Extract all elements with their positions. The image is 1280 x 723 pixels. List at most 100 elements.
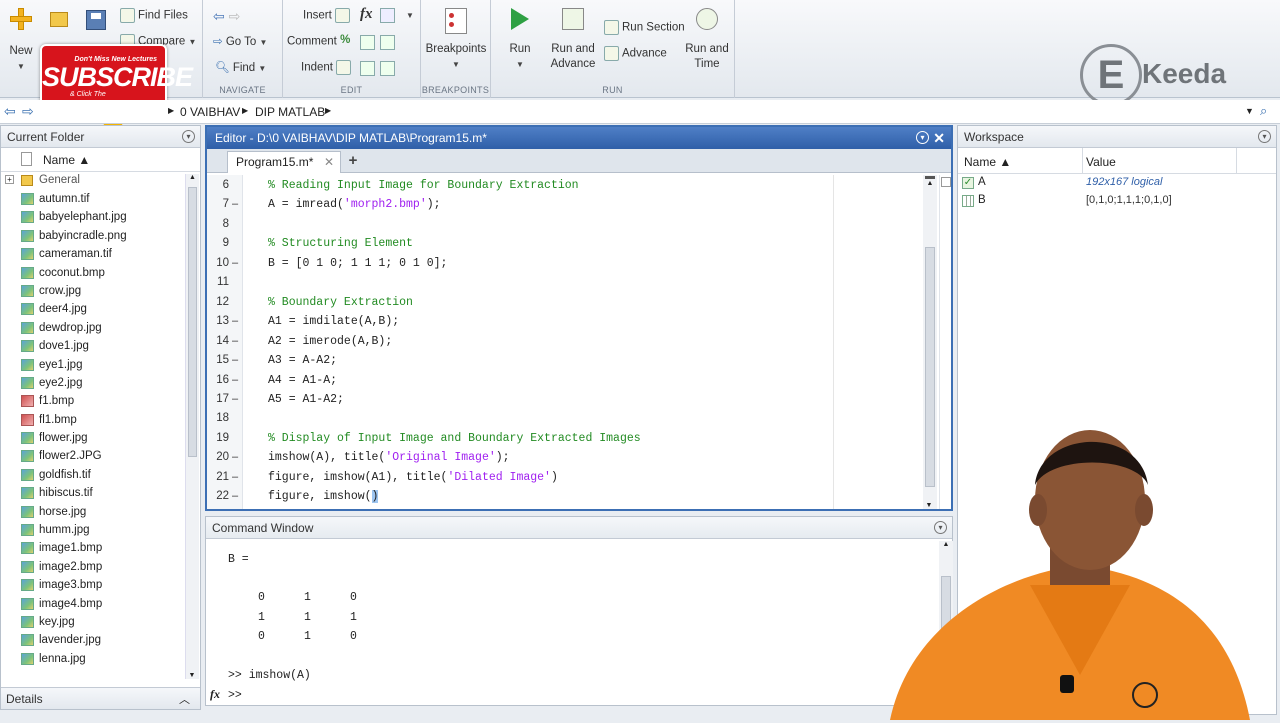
command-prompt[interactable]: >> xyxy=(228,689,242,702)
increase-indent-icon[interactable] xyxy=(360,61,375,76)
code-line[interactable]: A = imread('morph2.bmp'); xyxy=(268,198,441,211)
back-forward-buttons[interactable]: ⇦ ⇨ xyxy=(213,8,240,25)
close-icon[interactable]: ✕ xyxy=(933,127,945,149)
panel-actions-icon[interactable]: ▾ xyxy=(1258,130,1271,143)
code-line[interactable]: % Boundary Extraction xyxy=(268,296,413,309)
breakpoint-dash[interactable]: – xyxy=(232,198,238,210)
find-button[interactable]: 🔍︎ Find ▼ xyxy=(215,60,266,74)
file-list-item[interactable]: image3.bmp xyxy=(1,576,200,594)
breakpoint-dash[interactable]: – xyxy=(232,374,238,386)
file-list-item[interactable]: image2.bmp xyxy=(1,558,200,576)
file-list-item[interactable]: autumn.tif xyxy=(1,190,200,208)
scrollbar-thumb[interactable] xyxy=(188,187,197,457)
tab-program15[interactable]: Program15.m* ✕ xyxy=(227,151,341,173)
file-list-item[interactable]: fl1.bmp xyxy=(1,411,200,429)
file-list-item[interactable]: image1.bmp xyxy=(1,539,200,557)
file-list-item[interactable]: deer4.jpg xyxy=(1,300,200,318)
split-handle[interactable] xyxy=(925,176,935,179)
file-list-item[interactable]: crow.jpg xyxy=(1,282,200,300)
file-list-item[interactable]: eye1.jpg xyxy=(1,356,200,374)
scroll-up-icon[interactable]: ▲ xyxy=(186,174,199,181)
breakpoint-dash[interactable]: – xyxy=(232,315,238,327)
search-icon[interactable]: ⌕ xyxy=(1260,103,1267,119)
goto-button[interactable]: ⇨ Go To ▼ xyxy=(213,34,267,48)
file-list-item[interactable]: flower.jpg xyxy=(1,429,200,447)
breadcrumb-vaibhav[interactable]: 0 VAIBHAV xyxy=(180,105,240,119)
file-list-item[interactable]: lenna.jpg xyxy=(1,650,200,668)
file-list-item[interactable]: horse.jpg xyxy=(1,503,200,521)
run-and-advance-button[interactable]: Run and Advance xyxy=(547,8,599,72)
save-icon[interactable] xyxy=(86,10,106,30)
forward-arrow-icon[interactable]: ⇨ xyxy=(229,8,241,24)
breadcrumb-dip-matlab[interactable]: DIP MATLAB xyxy=(255,105,325,119)
file-list-item[interactable]: coconut.bmp xyxy=(1,264,200,282)
address-dropdown-icon[interactable]: ▼ xyxy=(1245,106,1254,116)
breakpoints-button[interactable]: Breakpoints ▼ xyxy=(421,8,491,72)
code-line[interactable]: % Display of Input Image and Boundary Ex… xyxy=(268,432,641,445)
editor-actions-icon[interactable]: ▾ xyxy=(916,131,929,144)
file-list-item[interactable]: babyincradle.png xyxy=(1,227,200,245)
expand-icon[interactable]: + xyxy=(5,175,14,184)
breakpoint-dash[interactable]: – xyxy=(232,335,238,347)
comment-button[interactable]: Comment % xyxy=(287,34,358,49)
run-and-time-button[interactable]: Run and Time xyxy=(681,8,733,72)
folder-group-general[interactable]: + General xyxy=(1,172,200,190)
indent-button[interactable]: Indent xyxy=(301,60,354,75)
run-section-button[interactable]: Run Section xyxy=(604,20,685,35)
details-bar[interactable]: Details ︿ xyxy=(1,687,200,709)
file-list-item[interactable]: image4.bmp xyxy=(1,595,200,613)
breakpoint-dash[interactable]: – xyxy=(232,354,238,366)
back-arrow-icon[interactable]: ⇦ xyxy=(213,8,225,24)
workspace-row[interactable]: B [0,1,0;1,1,1;0,1,0] xyxy=(958,192,1276,210)
file-list-item[interactable]: cameraman.tif xyxy=(1,245,200,263)
code-line[interactable]: A2 = imerode(A,B); xyxy=(268,335,392,348)
code-line[interactable]: B = [0 1 0; 1 1 1; 0 1 0]; xyxy=(268,257,447,270)
decrease-indent-icon[interactable] xyxy=(380,61,395,76)
file-list-item[interactable]: key.jpg xyxy=(1,613,200,631)
file-list-item[interactable]: dove1.jpg xyxy=(1,337,200,355)
code-line[interactable]: % Structuring Element xyxy=(268,237,413,250)
wrap-comment-icon[interactable] xyxy=(380,35,395,50)
scroll-down-icon[interactable]: ▼ xyxy=(186,672,198,679)
code-line[interactable]: imshow(A), title('Original Image'); xyxy=(268,451,510,464)
file-list-item[interactable]: flower2.JPG xyxy=(1,447,200,465)
panel-actions-icon[interactable]: ▾ xyxy=(182,130,195,143)
chevron-down-icon[interactable]: ▼ xyxy=(406,11,414,20)
insert-button[interactable]: Insert xyxy=(303,8,353,23)
file-list-item[interactable]: lavender.jpg xyxy=(1,631,200,649)
file-list-item[interactable]: eye2.jpg xyxy=(1,374,200,392)
code-line[interactable]: % Reading Input Image for Boundary Extra… xyxy=(268,179,579,192)
code-line[interactable]: A3 = A-A2; xyxy=(268,354,337,367)
code-line[interactable]: A1 = imdilate(A,B); xyxy=(268,315,399,328)
find-files-button[interactable]: Find Files xyxy=(120,8,188,23)
code-line[interactable]: figure, imshow() xyxy=(268,490,379,504)
run-button[interactable]: Run ▼ xyxy=(497,8,543,72)
code-line[interactable]: figure, imshow(A1), title('Dilated Image… xyxy=(268,471,558,484)
new-button[interactable]: New ▼ xyxy=(6,8,36,74)
new-tab-button[interactable]: + xyxy=(343,152,363,170)
code-line[interactable]: A5 = A1-A2; xyxy=(268,393,344,406)
folder-scrollbar[interactable]: ▲ ▼ xyxy=(185,174,199,679)
breakpoint-dash[interactable]: – xyxy=(232,490,238,502)
file-list-item[interactable]: f1.bmp xyxy=(1,392,200,410)
workspace-row[interactable]: ✓ A 192x167 logical xyxy=(958,174,1276,192)
forward-arrow-icon[interactable]: ⇨ xyxy=(22,103,34,120)
fx-button[interactable]: fx xyxy=(360,6,373,23)
tab-close-icon[interactable]: ✕ xyxy=(324,152,334,172)
analyzer-status-icon[interactable] xyxy=(941,177,951,187)
file-list-item[interactable]: humm.jpg xyxy=(1,521,200,539)
file-list-item[interactable]: goldfish.tif xyxy=(1,466,200,484)
code-area[interactable]: 6 % Reading Input Image for Boundary Extr… xyxy=(207,175,923,509)
file-list-item[interactable]: dewdrop.jpg xyxy=(1,319,200,337)
advance-button[interactable]: Advance xyxy=(604,46,667,61)
breakpoint-dash[interactable]: – xyxy=(232,471,238,483)
breakpoint-dash[interactable]: – xyxy=(232,257,238,269)
ws-name-column[interactable]: Name ▲ xyxy=(964,155,1011,169)
back-arrow-icon[interactable]: ⇦ xyxy=(4,103,16,120)
insert-function-icon[interactable] xyxy=(380,8,395,23)
scroll-up-icon[interactable]: ▲ xyxy=(923,180,937,187)
fx-icon[interactable]: fx xyxy=(210,687,220,702)
open-folder-icon[interactable] xyxy=(50,12,68,27)
breakpoint-dash[interactable]: – xyxy=(232,393,238,405)
breakpoint-dash[interactable]: – xyxy=(232,451,238,463)
